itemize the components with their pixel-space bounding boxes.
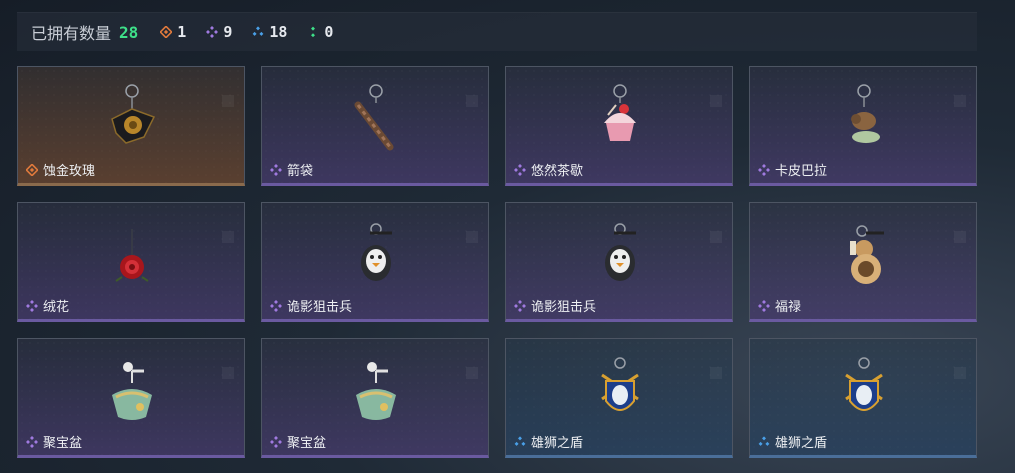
charm-card[interactable]: 雄狮之盾 — [749, 338, 977, 458]
charm-name: 诡影狙击兵 — [287, 299, 353, 314]
stat-purple: 9 — [206, 23, 232, 41]
charm-name: 蚀金玫瑰 — [43, 163, 96, 178]
card-corner-deco — [466, 95, 478, 107]
charm-label: 聚宝盆 — [270, 432, 326, 451]
card-corner-deco — [710, 95, 722, 107]
orange-rarity-icon — [26, 163, 38, 176]
purple-rarity-icon — [758, 163, 770, 176]
charm-card[interactable]: 诡影狙击兵 — [505, 202, 733, 322]
capybara-charm-icon — [851, 84, 880, 143]
charm-label: 雄狮之盾 — [514, 432, 583, 451]
green-rarity-icon — [311, 26, 316, 38]
charm-card[interactable]: 箭袋 — [261, 66, 489, 186]
blue-rarity-icon — [514, 435, 526, 446]
stat-blue-count: 18 — [269, 23, 288, 41]
blue-rarity-icon — [758, 435, 770, 446]
charm-name: 悠然茶歇 — [531, 163, 584, 178]
shadow-sniper-charm-icon — [361, 223, 392, 281]
orange-rarity-icon — [160, 26, 173, 38]
treasure-bowl-charm-icon — [356, 362, 396, 420]
stat-blue: 18 — [252, 23, 287, 41]
charm-label: 悠然茶歇 — [514, 160, 583, 179]
card-corner-deco — [954, 95, 966, 107]
charm-card[interactable]: 卡皮巴拉 — [749, 66, 977, 186]
charm-name: 雄狮之盾 — [531, 435, 584, 450]
charm-card[interactable]: 福禄 — [749, 202, 977, 322]
lion-shield-charm-icon — [845, 357, 883, 411]
stat-green: 0 — [307, 23, 333, 41]
charm-name: 福禄 — [775, 299, 802, 314]
purple-rarity-icon — [514, 163, 526, 176]
purple-rarity-icon — [758, 299, 770, 312]
purple-rarity-icon — [514, 299, 526, 312]
owned-count-bar: 已拥有数量 28 1 9 18 0 — [17, 12, 977, 51]
stat-purple-count: 9 — [223, 23, 233, 41]
quiver-charm-icon — [354, 84, 394, 151]
charm-name: 聚宝盆 — [43, 435, 83, 450]
stat-orange: 1 — [160, 23, 186, 41]
charm-label: 蚀金玫瑰 — [26, 160, 95, 179]
purple-rarity-icon — [26, 435, 38, 448]
charm-card[interactable]: 绒花 — [17, 202, 245, 322]
treasure-bowl-charm-icon — [112, 362, 152, 420]
stat-orange-count: 1 — [177, 23, 187, 41]
charm-name: 绒花 — [43, 299, 70, 314]
card-corner-deco — [954, 367, 966, 379]
purple-rarity-icon — [206, 26, 219, 38]
purple-rarity-icon — [270, 163, 282, 176]
charm-label: 诡影狙击兵 — [514, 296, 596, 315]
stat-green-count: 0 — [324, 23, 334, 41]
card-corner-deco — [710, 231, 722, 243]
velvet-flower-charm-icon — [115, 229, 149, 282]
charm-label: 箭袋 — [270, 160, 313, 179]
purple-rarity-icon — [270, 299, 282, 312]
card-corner-deco — [466, 231, 478, 243]
charm-label: 聚宝盆 — [26, 432, 82, 451]
charm-label: 福禄 — [758, 296, 801, 315]
card-corner-deco — [222, 367, 234, 379]
card-corner-deco — [710, 367, 722, 379]
charm-name: 雄狮之盾 — [775, 435, 828, 450]
shadow-sniper-charm-icon — [605, 223, 636, 281]
cupcake-charm-icon — [604, 84, 636, 141]
gourd-charm-icon — [850, 225, 884, 284]
charm-name: 诡影狙击兵 — [531, 299, 597, 314]
charm-name: 箭袋 — [287, 163, 314, 178]
blue-rarity-icon — [252, 26, 264, 36]
card-corner-deco — [222, 231, 234, 243]
card-corner-deco — [466, 367, 478, 379]
charm-grid: 蚀金玫瑰 箭袋 悠然茶歇 卡皮巴拉 绒花 诡影狙击兵 诡影狙击兵 福禄 聚宝盆 … — [17, 66, 977, 458]
charm-card[interactable]: 聚宝盆 — [17, 338, 245, 458]
card-corner-deco — [222, 95, 234, 107]
charm-card[interactable]: 聚宝盆 — [261, 338, 489, 458]
charm-label: 雄狮之盾 — [758, 432, 827, 451]
charm-label: 卡皮巴拉 — [758, 160, 827, 179]
lion-shield-charm-icon — [601, 357, 639, 411]
owned-count-total: 28 — [119, 22, 139, 42]
purple-rarity-icon — [26, 299, 38, 312]
charm-label: 诡影狙击兵 — [270, 296, 352, 315]
owned-count-title: 已拥有数量 — [31, 26, 112, 43]
charm-card[interactable]: 悠然茶歇 — [505, 66, 733, 186]
charm-name: 卡皮巴拉 — [775, 163, 828, 178]
card-corner-deco — [954, 231, 966, 243]
purple-rarity-icon — [270, 435, 282, 448]
charm-name: 聚宝盆 — [287, 435, 327, 450]
charm-card[interactable]: 诡影狙击兵 — [261, 202, 489, 322]
gold-rose-charm-icon — [111, 84, 156, 144]
charm-card[interactable]: 蚀金玫瑰 — [17, 66, 245, 186]
charm-label: 绒花 — [26, 296, 69, 315]
charm-card[interactable]: 雄狮之盾 — [505, 338, 733, 458]
